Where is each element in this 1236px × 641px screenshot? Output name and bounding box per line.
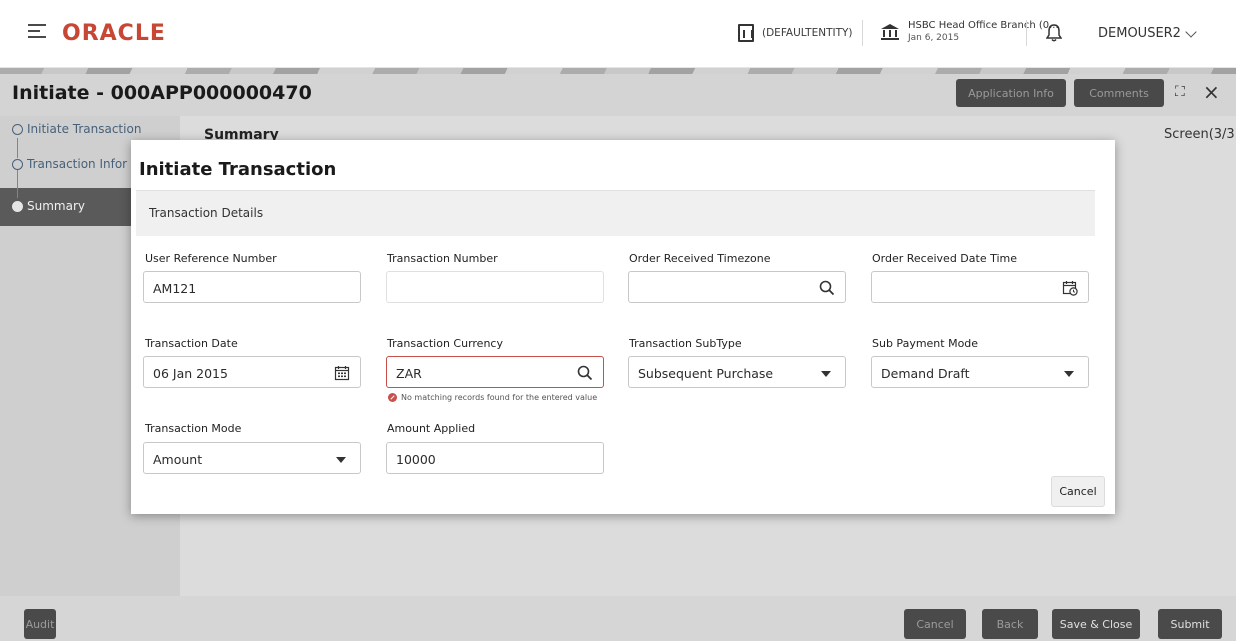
field-label: Order Received Date Time <box>872 252 1018 265</box>
branch-name: HSBC Head Office Branch (0... <box>908 20 1059 31</box>
back-button[interactable]: Back <box>982 609 1038 639</box>
field-value: Demand Draft <box>881 366 970 381</box>
initiate-transaction-dialog: Initiate Transaction Transaction Details… <box>131 140 1115 514</box>
step-label: Summary <box>27 199 85 213</box>
expand-icon[interactable]: ⛶ <box>1175 84 1185 100</box>
current-step-icon <box>12 200 23 212</box>
dialog-cancel-button[interactable]: Cancel <box>1051 476 1105 507</box>
currency-error-message: No matching records found for the entere… <box>388 393 597 402</box>
dropdown-arrow-icon <box>821 371 831 377</box>
field-label: Amount Applied <box>387 422 476 435</box>
bell-icon[interactable] <box>1045 24 1063 42</box>
divider <box>1026 20 1027 46</box>
page-title: Initiate - 000APP000000470 <box>12 82 312 104</box>
field-label: Transaction Number <box>387 252 498 265</box>
dropdown-arrow-icon <box>1064 371 1074 377</box>
order-received-date-time-input[interactable] <box>871 271 1089 303</box>
entity-selector[interactable]: (DEFAULTENTITY) <box>738 24 853 42</box>
field-value: AM121 <box>153 281 197 296</box>
order-received-timezone-input[interactable] <box>628 271 846 303</box>
application-info-button[interactable]: Application Info <box>956 79 1066 107</box>
user-name: DEMOUSER2 <box>1098 26 1181 41</box>
submit-button[interactable]: Submit <box>1158 609 1222 639</box>
section-header: Transaction Details <box>136 190 1095 236</box>
error-text: No matching records found for the entere… <box>401 393 598 402</box>
branch-date: Jan 6, 2015 <box>908 33 960 43</box>
chevron-down-icon <box>1185 25 1197 38</box>
search-icon[interactable] <box>577 365 593 381</box>
field-value: Subsequent Purchase <box>638 366 774 381</box>
footer-bar <box>0 596 1236 641</box>
calendar-icon[interactable] <box>334 365 350 381</box>
cancel-footer-button[interactable]: Cancel <box>904 609 966 639</box>
step-initiate-transaction[interactable]: Initiate Transaction <box>12 122 141 136</box>
field-label: User Reference Number <box>145 252 277 265</box>
step-label: Initiate Transaction <box>27 122 142 136</box>
transaction-currency-input[interactable]: ZAR <box>386 356 604 388</box>
amount-applied-input[interactable]: 10000 <box>386 442 604 474</box>
comments-button[interactable]: Comments <box>1074 79 1164 107</box>
field-label: Sub Payment Mode <box>872 337 979 350</box>
close-icon[interactable]: × <box>1203 80 1220 104</box>
branch-selector[interactable]: HSBC Head Office Branch (0... Jan 6, 201… <box>880 20 1059 44</box>
menu-icon[interactable] <box>28 24 46 42</box>
check-circle-icon <box>12 158 23 170</box>
transaction-subtype-select[interactable]: Subsequent Purchase <box>628 356 846 388</box>
check-circle-icon <box>12 123 23 135</box>
step-transaction-information[interactable]: Transaction Infor <box>12 157 127 171</box>
building-icon <box>738 24 754 42</box>
step-summary[interactable]: Summary <box>12 199 85 213</box>
user-menu[interactable]: DEMOUSER2 <box>1098 25 1197 41</box>
screen-indicator: Screen(3/3) <box>1164 127 1236 142</box>
transaction-number-input[interactable] <box>386 271 604 303</box>
step-label: Transaction Infor <box>27 157 128 171</box>
step-connector <box>17 170 18 198</box>
dialog-title: Initiate Transaction <box>139 159 337 180</box>
transaction-mode-select[interactable]: Amount <box>143 442 361 474</box>
sub-payment-mode-select[interactable]: Demand Draft <box>871 356 1089 388</box>
field-value: ZAR <box>396 366 422 381</box>
field-value: 10000 <box>396 452 436 467</box>
step-connector <box>17 138 18 158</box>
calendar-clock-icon[interactable] <box>1062 280 1078 296</box>
field-label: Transaction Currency <box>387 337 503 350</box>
field-label: Order Received Timezone <box>629 252 771 265</box>
top-header: ORACLE (DEFAULTENTITY) HSBC Head Office … <box>0 0 1236 68</box>
field-label: Transaction Mode <box>145 422 242 435</box>
section-title: Transaction Details <box>149 206 264 220</box>
transaction-date-input[interactable]: 06 Jan 2015 <box>143 356 361 388</box>
divider <box>862 20 863 46</box>
bank-icon <box>880 23 900 41</box>
field-value: 06 Jan 2015 <box>153 366 228 381</box>
field-label: Transaction SubType <box>629 337 742 350</box>
search-icon[interactable] <box>819 280 835 296</box>
field-value: Amount <box>153 452 203 467</box>
error-icon <box>388 393 397 402</box>
audit-button[interactable]: Audit <box>24 609 56 639</box>
save-close-button[interactable]: Save & Close <box>1052 609 1140 639</box>
entity-label: (DEFAULTENTITY) <box>762 27 853 39</box>
field-label: Transaction Date <box>145 337 238 350</box>
user-reference-number-input[interactable]: AM121 <box>143 271 361 303</box>
oracle-logo: ORACLE <box>62 21 166 46</box>
dropdown-arrow-icon <box>336 457 346 463</box>
